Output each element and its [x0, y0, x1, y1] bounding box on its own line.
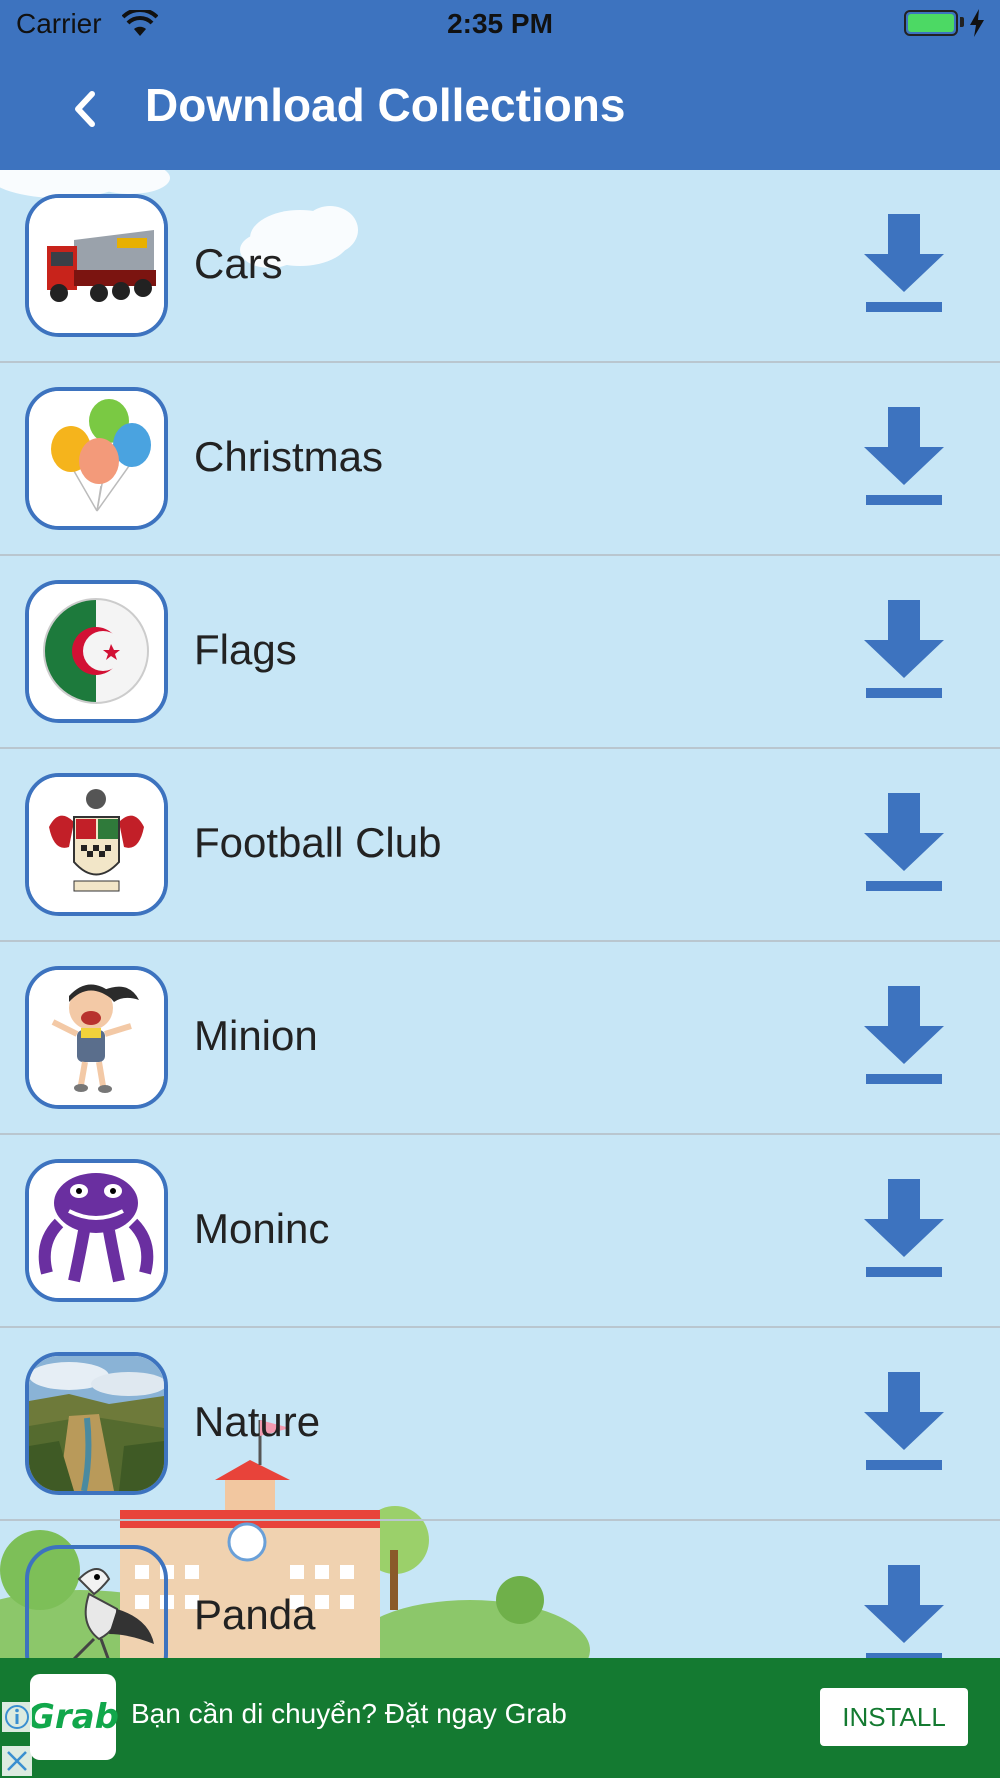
clock: 2:35 PM — [447, 8, 553, 39]
item-label: Moninc — [194, 1205, 330, 1252]
bird-thumbnail — [25, 1545, 168, 1658]
item-label: Flags — [194, 626, 297, 673]
list-item-minion[interactable]: Minion — [0, 942, 1000, 1135]
item-label: Nature — [194, 1398, 321, 1445]
list-item-moninc[interactable]: Moninc — [0, 1135, 1000, 1328]
ad-close-icon[interactable] — [2, 1746, 32, 1776]
item-label: Football Club — [194, 819, 442, 866]
download-icon[interactable] — [864, 1179, 944, 1279]
item-label: Christmas — [194, 433, 384, 480]
download-icon[interactable] — [864, 600, 944, 700]
download-icon[interactable] — [864, 1565, 944, 1658]
crest-thumbnail — [25, 773, 168, 916]
list-item-flags[interactable]: Flags — [0, 556, 1000, 749]
flag-thumbnail — [25, 580, 168, 723]
monster-thumbnail — [25, 1159, 168, 1302]
list-item-christmas[interactable]: Christmas — [0, 363, 1000, 556]
item-label: Panda — [194, 1591, 316, 1638]
ad-banner[interactable]: Grab Bạn cần di chuyển? Đặt ngay Grab IN… — [0, 1658, 1000, 1778]
list-item-nature[interactable]: Nature — [0, 1328, 1000, 1521]
back-button[interactable] — [66, 86, 102, 132]
collections-list: Cars Christmas Flags Football Club Minio… — [0, 170, 1000, 1658]
battery-tip — [960, 17, 964, 27]
navigation-bar: Download Collections — [0, 48, 1000, 170]
battery-icon — [904, 10, 958, 36]
grab-logo: Grab — [27, 1674, 119, 1760]
status-bar: Carrier 2:35 PM — [0, 0, 1000, 48]
landscape-thumbnail — [25, 1352, 168, 1495]
download-icon[interactable] — [864, 407, 944, 507]
list-item-cars[interactable]: Cars — [0, 170, 1000, 363]
item-label: Minion — [194, 1012, 318, 1059]
ad-text: Bạn cần di chuyển? Đặt ngay Grab — [131, 1698, 567, 1729]
list-item-panda[interactable]: Panda — [0, 1521, 1000, 1658]
character-thumbnail — [25, 966, 168, 1109]
download-icon[interactable] — [864, 1372, 944, 1472]
page-title: Download Collections — [145, 79, 626, 131]
install-button[interactable]: INSTALL — [820, 1688, 968, 1746]
list-item-football-club[interactable]: Football Club — [0, 749, 1000, 942]
truck-thumbnail — [25, 194, 168, 337]
item-label: Cars — [194, 240, 283, 287]
balloons-thumbnail — [25, 387, 168, 530]
download-icon[interactable] — [864, 214, 944, 314]
download-icon[interactable] — [864, 793, 944, 893]
charging-icon — [970, 9, 984, 37]
download-icon[interactable] — [864, 986, 944, 1086]
ad-info-icon[interactable] — [2, 1702, 32, 1732]
